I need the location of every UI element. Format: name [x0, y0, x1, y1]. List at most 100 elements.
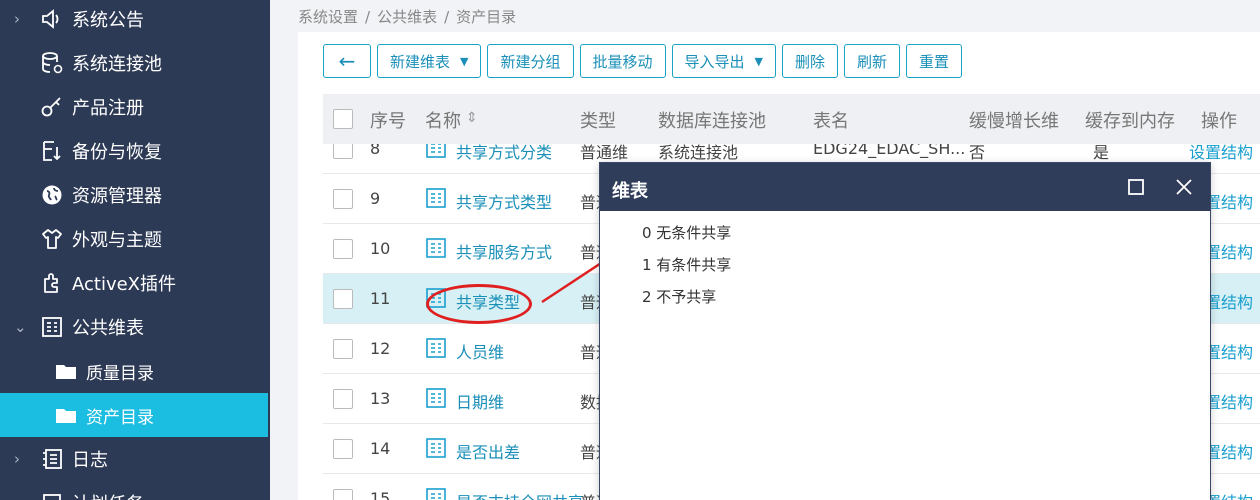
sidebar-item-public-dims[interactable]: ⌄ 公共维表 — [0, 305, 268, 349]
close-icon[interactable] — [1172, 175, 1196, 199]
sidebar-item-registration[interactable]: 产品注册 — [0, 85, 268, 129]
sidebar-item-label: 公共维表 — [72, 318, 144, 339]
row-seq: 13 — [370, 389, 391, 408]
breadcrumb-item: 资产目录 — [456, 8, 517, 26]
delete-button[interactable]: 删除 — [782, 44, 839, 78]
row-name-link[interactable]: 是否出差 — [456, 439, 520, 463]
sidebar-item-quality-catalog[interactable]: 质量目录 — [0, 349, 268, 393]
header-operations: 操作 — [1201, 111, 1237, 132]
row-checkbox[interactable] — [333, 239, 353, 259]
back-button[interactable]: ← — [323, 44, 371, 78]
dimension-table-icon — [426, 338, 446, 358]
row-seq: 10 — [370, 239, 391, 258]
sidebar-item-scheduled-task[interactable]: 计划任务 — [0, 481, 268, 500]
new-group-button[interactable]: 新建分组 — [487, 44, 574, 78]
button-label: 新建维表 — [390, 52, 451, 71]
sidebar-item-label: 产品注册 — [72, 98, 144, 119]
task-icon — [43, 494, 61, 500]
row-checkbox[interactable] — [333, 339, 353, 359]
sidebar-item-label: 备份与恢复 — [72, 142, 162, 163]
dimension-option[interactable]: 1 有条件共享 — [642, 249, 1210, 281]
folder-icon — [56, 365, 76, 379]
shirt-icon — [42, 229, 62, 249]
sidebar-item-connection-pool[interactable]: 系统连接池 — [0, 41, 268, 85]
sidebar-item-label: 日志 — [72, 450, 108, 471]
dialog-header: 维表 — [600, 163, 1210, 211]
breadcrumb-item[interactable]: 系统设置 — [298, 8, 358, 26]
dialog-body: 0 无条件共享 1 有条件共享 2 不予共享 — [600, 211, 1210, 313]
header-seq: 序号 — [370, 111, 406, 132]
row-seq: 12 — [370, 339, 391, 358]
breadcrumb-item[interactable]: 公共维表 — [377, 8, 437, 26]
row-checkbox[interactable] — [333, 489, 353, 500]
new-dimension-button[interactable]: 新建维表 ▼ — [377, 44, 482, 78]
sidebar-item-asset-catalog[interactable]: 资产目录 — [0, 393, 268, 437]
sidebar-item-theme[interactable]: 外观与主题 — [0, 217, 268, 261]
dimension-table-icon — [426, 388, 446, 408]
key-icon — [41, 97, 61, 117]
breadcrumb: 系统设置 / 公共维表 / 资产目录 — [298, 8, 517, 26]
sidebar-item-log[interactable]: › 日志 — [0, 437, 268, 481]
backup-icon — [43, 141, 61, 161]
table-header: 序号 名称 ⇕ 类型 数据库连接池 表名 缓慢增长维 缓存到内存 操作 — [323, 94, 1260, 144]
dimension-option[interactable]: 2 不予共享 — [642, 281, 1210, 313]
header-type: 类型 — [580, 111, 616, 132]
row-name-link[interactable]: 共享服务方式 — [456, 239, 552, 263]
toolbar: ← 新建维表 ▼ 新建分组 批量移动 导入导出 ▼ 删除 刷新 重置 — [323, 44, 968, 78]
row-seq: 11 — [370, 289, 391, 308]
row-checkbox[interactable] — [333, 289, 353, 309]
caret-down-icon: ▼ — [460, 54, 469, 68]
sidebar: › 系统公告 系统连接池 产品注册 备份与恢复 资源管理器 外观与主题 Acti… — [0, 0, 270, 500]
dimension-option[interactable]: 0 无条件共享 — [642, 217, 1210, 249]
sidebar-item-label: 质量目录 — [86, 363, 154, 384]
row-name-link[interactable]: 日期维 — [456, 389, 504, 413]
dialog-title: 维表 — [612, 181, 648, 202]
maximize-icon[interactable] — [1124, 175, 1148, 199]
log-icon — [43, 449, 62, 469]
dimension-table-icon — [426, 188, 446, 208]
row-seq: 15 — [370, 489, 391, 500]
row-checkbox[interactable] — [333, 189, 353, 209]
sidebar-item-label: 系统公告 — [72, 10, 144, 31]
row-name-link[interactable]: 共享方式类型 — [456, 189, 552, 213]
import-export-button[interactable]: 导入导出 ▼ — [671, 44, 776, 78]
button-label: 导入导出 — [684, 52, 745, 71]
row-checkbox[interactable] — [333, 439, 353, 459]
header-table-name: 表名 — [813, 111, 849, 132]
dimension-dialog: 维表 0 无条件共享 1 有条件共享 2 不予共享 — [599, 162, 1211, 500]
sidebar-item-announcement[interactable]: › 系统公告 — [0, 0, 268, 41]
sidebar-item-label: 资源管理器 — [72, 186, 162, 207]
batch-move-button[interactable]: 批量移动 — [579, 44, 666, 78]
chevron-right-icon: › — [14, 10, 20, 28]
refresh-button[interactable]: 刷新 — [844, 44, 901, 78]
sidebar-item-activex[interactable]: ActiveX插件 — [0, 261, 268, 305]
row-seq: 9 — [370, 189, 381, 208]
caret-down-icon: ▼ — [754, 54, 763, 68]
chevron-down-icon: ⌄ — [14, 318, 27, 336]
globe-icon — [42, 185, 62, 205]
reset-button[interactable]: 重置 — [906, 44, 963, 78]
sidebar-item-label: ActiveX插件 — [72, 274, 177, 295]
row-name-link[interactable]: 人员维 — [456, 339, 504, 363]
header-cache-memory: 缓存到内存 — [1085, 111, 1175, 132]
header-name[interactable]: 名称 — [425, 107, 461, 133]
row-name-link[interactable]: 是否支持全网共享 — [456, 489, 584, 500]
header-slow-change: 缓慢增长维 — [969, 111, 1059, 132]
chevron-right-icon: › — [14, 450, 20, 468]
folder-icon — [56, 409, 76, 423]
header-pool: 数据库连接池 — [658, 111, 766, 132]
arrow-left-icon: ← — [338, 49, 356, 73]
dimension-table-icon — [426, 238, 446, 258]
row-seq: 14 — [370, 439, 391, 458]
sidebar-item-label: 计划任务 — [72, 490, 144, 500]
row-checkbox[interactable] — [333, 389, 353, 409]
sidebar-item-label: 系统连接池 — [72, 54, 162, 75]
speaker-icon — [42, 9, 59, 29]
dimension-table-icon — [42, 317, 62, 337]
select-all-checkbox[interactable] — [333, 109, 353, 129]
sidebar-item-resource-manager[interactable]: 资源管理器 — [0, 173, 268, 217]
sidebar-item-label: 资产目录 — [86, 407, 154, 428]
sidebar-item-backup[interactable]: 备份与恢复 — [0, 129, 268, 173]
sort-icon[interactable]: ⇕ — [466, 110, 478, 126]
puzzle-icon — [44, 273, 58, 293]
